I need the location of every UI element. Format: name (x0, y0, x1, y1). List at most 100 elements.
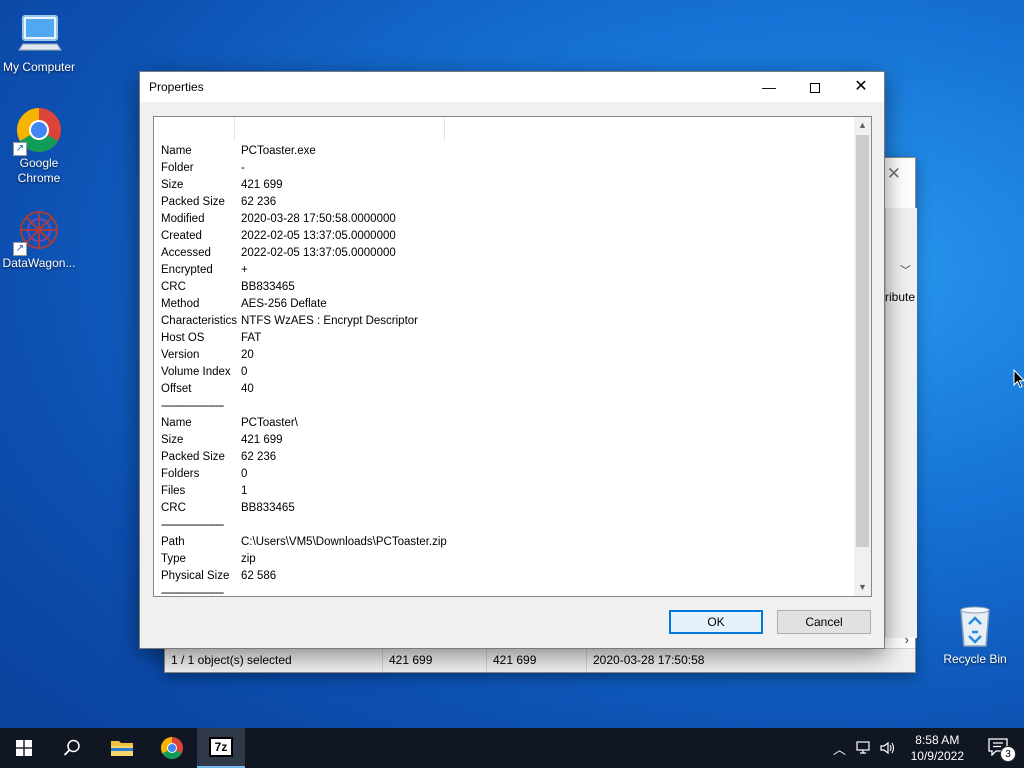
property-value: BB833465 (241, 502, 295, 514)
property-name: Method (161, 298, 200, 310)
property-value: 421 699 (241, 179, 283, 191)
search-button[interactable] (48, 728, 96, 768)
list-header (154, 117, 854, 141)
ok-button[interactable]: OK (669, 610, 763, 634)
start-button[interactable] (0, 728, 48, 768)
property-name: CRC (161, 281, 186, 293)
desktop-icon-datawagon[interactable]: ↗ DataWagon... (0, 206, 78, 271)
property-name: Packed Size (161, 451, 225, 463)
property-row[interactable]: Volume Index 0 (154, 364, 854, 381)
close-button[interactable]: ✕ (838, 72, 884, 102)
desktop-icon-my-computer[interactable]: My Computer (0, 10, 78, 75)
desktop-icon-google-chrome[interactable]: ↗ Google Chrome (0, 106, 78, 186)
property-name: Packed Size (161, 196, 225, 208)
property-row[interactable]: Modified 2020-03-28 17:50:58.0000000 (154, 211, 854, 228)
property-value: 62 236 (241, 196, 277, 208)
property-row[interactable]: Method AES-256 Deflate (154, 296, 854, 313)
datawagon-icon: ↗ (13, 206, 63, 256)
property-name: Volume Index (161, 366, 231, 378)
property-value: 2022-02-05 13:37:05.0000000 (241, 247, 396, 259)
property-row[interactable]: Folders 0 (154, 466, 854, 483)
property-row[interactable]: Created 2022-02-05 13:37:05.0000000 (154, 228, 854, 245)
property-row[interactable]: Physical Size 62 586 (154, 568, 854, 585)
status-bar: 1 / 1 object(s) selected 421 699 421 699… (165, 648, 915, 672)
status-selected: 1 / 1 object(s) selected (165, 649, 383, 672)
property-row[interactable]: Path C:\Users\VM5\Downloads\PCToaster.zip (154, 534, 854, 551)
property-row[interactable]: ---------------------- (154, 398, 854, 415)
file-explorer-icon (111, 741, 133, 756)
property-value: 20 (241, 349, 254, 361)
properties-dialog[interactable]: Properties — ✕ Name PCToaster.exe Folder - S… (139, 71, 885, 649)
desktop-icon-recycle-bin[interactable]: Recycle Bin (936, 602, 1014, 667)
vertical-scrollbar[interactable]: ▲ ▼ (854, 117, 871, 596)
scrollbar-thumb[interactable] (856, 135, 869, 547)
column-header-attributes[interactable]: ribute (885, 290, 915, 304)
chrome-icon: ↗ (13, 106, 63, 156)
property-row[interactable]: Encrypted + (154, 262, 854, 279)
desktop-icon-label: My Computer (2, 60, 76, 74)
volume-icon[interactable] (880, 741, 896, 755)
mouse-cursor-icon (1013, 368, 1024, 392)
property-name: ---------------------- (161, 400, 224, 412)
status-modified: 2020-03-28 17:50:58 (593, 653, 705, 667)
property-name: Version (161, 349, 200, 361)
property-row[interactable]: Version 20 (154, 347, 854, 364)
property-value: 62 236 (241, 451, 277, 463)
property-name: ---------------------- (161, 587, 224, 597)
cancel-button[interactable]: Cancel (777, 610, 871, 634)
maximize-button[interactable] (792, 72, 838, 102)
chevron-down-icon[interactable]: ﹀ (900, 262, 911, 278)
clock[interactable]: 8:58 AM 10/9/2022 (911, 732, 964, 764)
desktop-icon-label: Google Chrome (17, 156, 61, 185)
property-value: C:\Users\VM5\Downloads\PCToaster.zip (241, 536, 447, 548)
property-row[interactable]: CRC BB833465 (154, 279, 854, 296)
property-row[interactable]: Accessed 2022-02-05 13:37:05.0000000 (154, 245, 854, 262)
property-row[interactable]: Size 421 699 (154, 432, 854, 449)
taskbar: 7z ︿ 8:58 AM 10/9/2022 3 (0, 728, 1024, 768)
chrome-icon (161, 737, 183, 759)
close-icon[interactable]: ✕ (887, 164, 901, 184)
property-row[interactable]: Offset 40 (154, 381, 854, 398)
property-name: Size (161, 434, 184, 446)
title-bar[interactable]: Properties — ✕ (140, 72, 884, 102)
minimize-button[interactable]: — (746, 72, 792, 102)
property-rows: Name PCToaster.exe Folder - Size 421 699 Packe… (154, 143, 854, 597)
network-icon[interactable] (856, 741, 872, 755)
property-name: Accessed (161, 247, 211, 259)
property-row[interactable]: Size 421 699 (154, 177, 854, 194)
column-header-value[interactable] (235, 117, 445, 141)
property-value: 2020-03-28 17:50:58.0000000 (241, 213, 396, 225)
scroll-right-arrow-icon[interactable]: › (905, 632, 909, 647)
property-value: PCToaster\ (241, 417, 298, 429)
property-row[interactable]: ---------------------- (154, 517, 854, 534)
property-row[interactable]: Packed Size 62 236 (154, 449, 854, 466)
property-value: 62 586 (241, 570, 277, 582)
properties-list[interactable]: Name PCToaster.exe Folder - Size 421 699 Packe… (153, 116, 872, 597)
property-row[interactable]: CRC BB833465 (154, 500, 854, 517)
property-name: Offset (161, 383, 192, 395)
property-name: Characteristics (161, 315, 238, 327)
property-row[interactable]: ---------------------- (154, 585, 854, 597)
scroll-down-arrow-icon[interactable]: ▼ (854, 579, 871, 596)
property-name: Name (161, 145, 192, 157)
property-row[interactable]: Type zip (154, 551, 854, 568)
column-header-property[interactable] (154, 117, 235, 141)
taskbar-file-explorer[interactable] (98, 728, 146, 768)
taskbar-7zip[interactable]: 7z (197, 728, 245, 768)
property-row[interactable]: Name PCToaster\ (154, 415, 854, 432)
chevron-up-icon[interactable]: ︿ (833, 739, 846, 758)
property-row[interactable]: Folder - (154, 160, 854, 177)
scroll-up-arrow-icon[interactable]: ▲ (854, 117, 871, 134)
property-value: 421 699 (241, 434, 283, 446)
property-row[interactable]: Packed Size 62 236 (154, 194, 854, 211)
property-value: + (241, 264, 248, 276)
status-size: 421 699 (383, 649, 487, 672)
property-row[interactable]: Characteristics NTFS WzAES : Encrypt Desc… (154, 313, 854, 330)
property-row[interactable]: Files 1 (154, 483, 854, 500)
property-value: 0 (241, 468, 248, 480)
property-name: Created (161, 230, 202, 242)
property-row[interactable]: Host OS FAT (154, 330, 854, 347)
taskbar-chrome[interactable] (148, 728, 196, 768)
property-row[interactable]: Name PCToaster.exe (154, 143, 854, 160)
action-center-button[interactable]: 3 (988, 738, 1016, 762)
